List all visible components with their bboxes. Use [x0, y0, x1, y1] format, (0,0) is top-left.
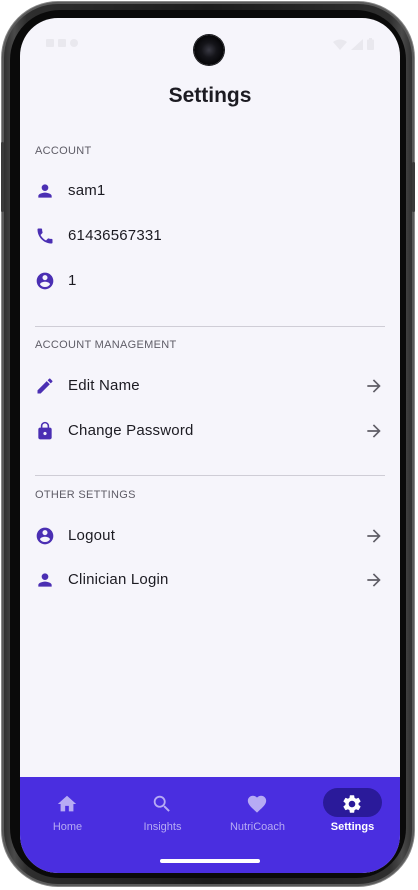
account-circle-icon — [36, 272, 54, 290]
page-title: Settings — [168, 84, 252, 107]
edit-name-row[interactable]: Edit Name — [20, 366, 400, 406]
phone-value: 61436567331 — [68, 227, 162, 244]
edit-name-label: Edit Name — [68, 377, 140, 394]
divider — [35, 326, 385, 327]
notification-icons — [46, 39, 78, 47]
account-id-row: 1 — [20, 261, 400, 301]
phone-icon — [37, 228, 53, 244]
username-value: sam1 — [68, 182, 106, 199]
section-label-account: ACCOUNT — [35, 145, 92, 157]
battery-icon — [367, 38, 374, 50]
section-label-other-settings: OTHER SETTINGS — [35, 489, 136, 501]
nav-nutricoach-label: NutriCoach — [229, 821, 286, 833]
search-icon — [153, 795, 170, 812]
gear-icon — [343, 795, 361, 813]
status-left-icons — [46, 37, 86, 52]
nav-home-label: Home — [52, 821, 83, 833]
clinician-login-label: Clinician Login — [68, 571, 169, 588]
account-phone-row: 61436567331 — [20, 216, 400, 256]
nav-settings[interactable]: Settings — [305, 777, 400, 847]
nav-insights-label: Insights — [143, 821, 182, 833]
clinician-login-row[interactable]: Clinician Login — [20, 560, 400, 600]
account-username-row: sam1 — [20, 171, 400, 211]
person-icon — [38, 184, 52, 198]
arrow-right-icon — [367, 573, 381, 587]
front-camera — [194, 35, 224, 65]
heart-icon — [247, 795, 267, 813]
user-id-value: 1 — [68, 272, 77, 289]
signal-icon — [351, 38, 363, 50]
pencil-icon — [37, 378, 53, 394]
arrow-right-icon — [367, 424, 381, 438]
volume-button — [1, 142, 4, 212]
change-password-row[interactable]: Change Password — [20, 411, 400, 451]
nav-home[interactable]: Home — [20, 777, 115, 847]
home-indicator[interactable] — [160, 859, 260, 863]
change-password-label: Change Password — [68, 422, 194, 439]
logout-label: Logout — [68, 527, 116, 544]
power-button — [412, 162, 415, 212]
nav-settings-label: Settings — [330, 821, 375, 833]
lock-icon — [38, 421, 52, 440]
section-label-account-management: ACCOUNT MANAGEMENT — [35, 339, 177, 351]
status-right-icons — [333, 38, 374, 50]
home-icon — [57, 795, 77, 812]
divider — [35, 475, 385, 476]
account-circle-icon — [36, 527, 54, 545]
screen: Settings ACCOUNT sam1 61436567331 1 ACCO… — [20, 18, 400, 873]
arrow-right-icon — [367, 379, 381, 393]
logout-row[interactable]: Logout — [20, 516, 400, 556]
arrow-right-icon — [367, 529, 381, 543]
wifi-icon — [333, 39, 347, 50]
person-icon — [38, 573, 52, 587]
nav-insights[interactable]: Insights — [115, 777, 210, 847]
nav-nutricoach[interactable]: NutriCoach — [210, 777, 305, 847]
